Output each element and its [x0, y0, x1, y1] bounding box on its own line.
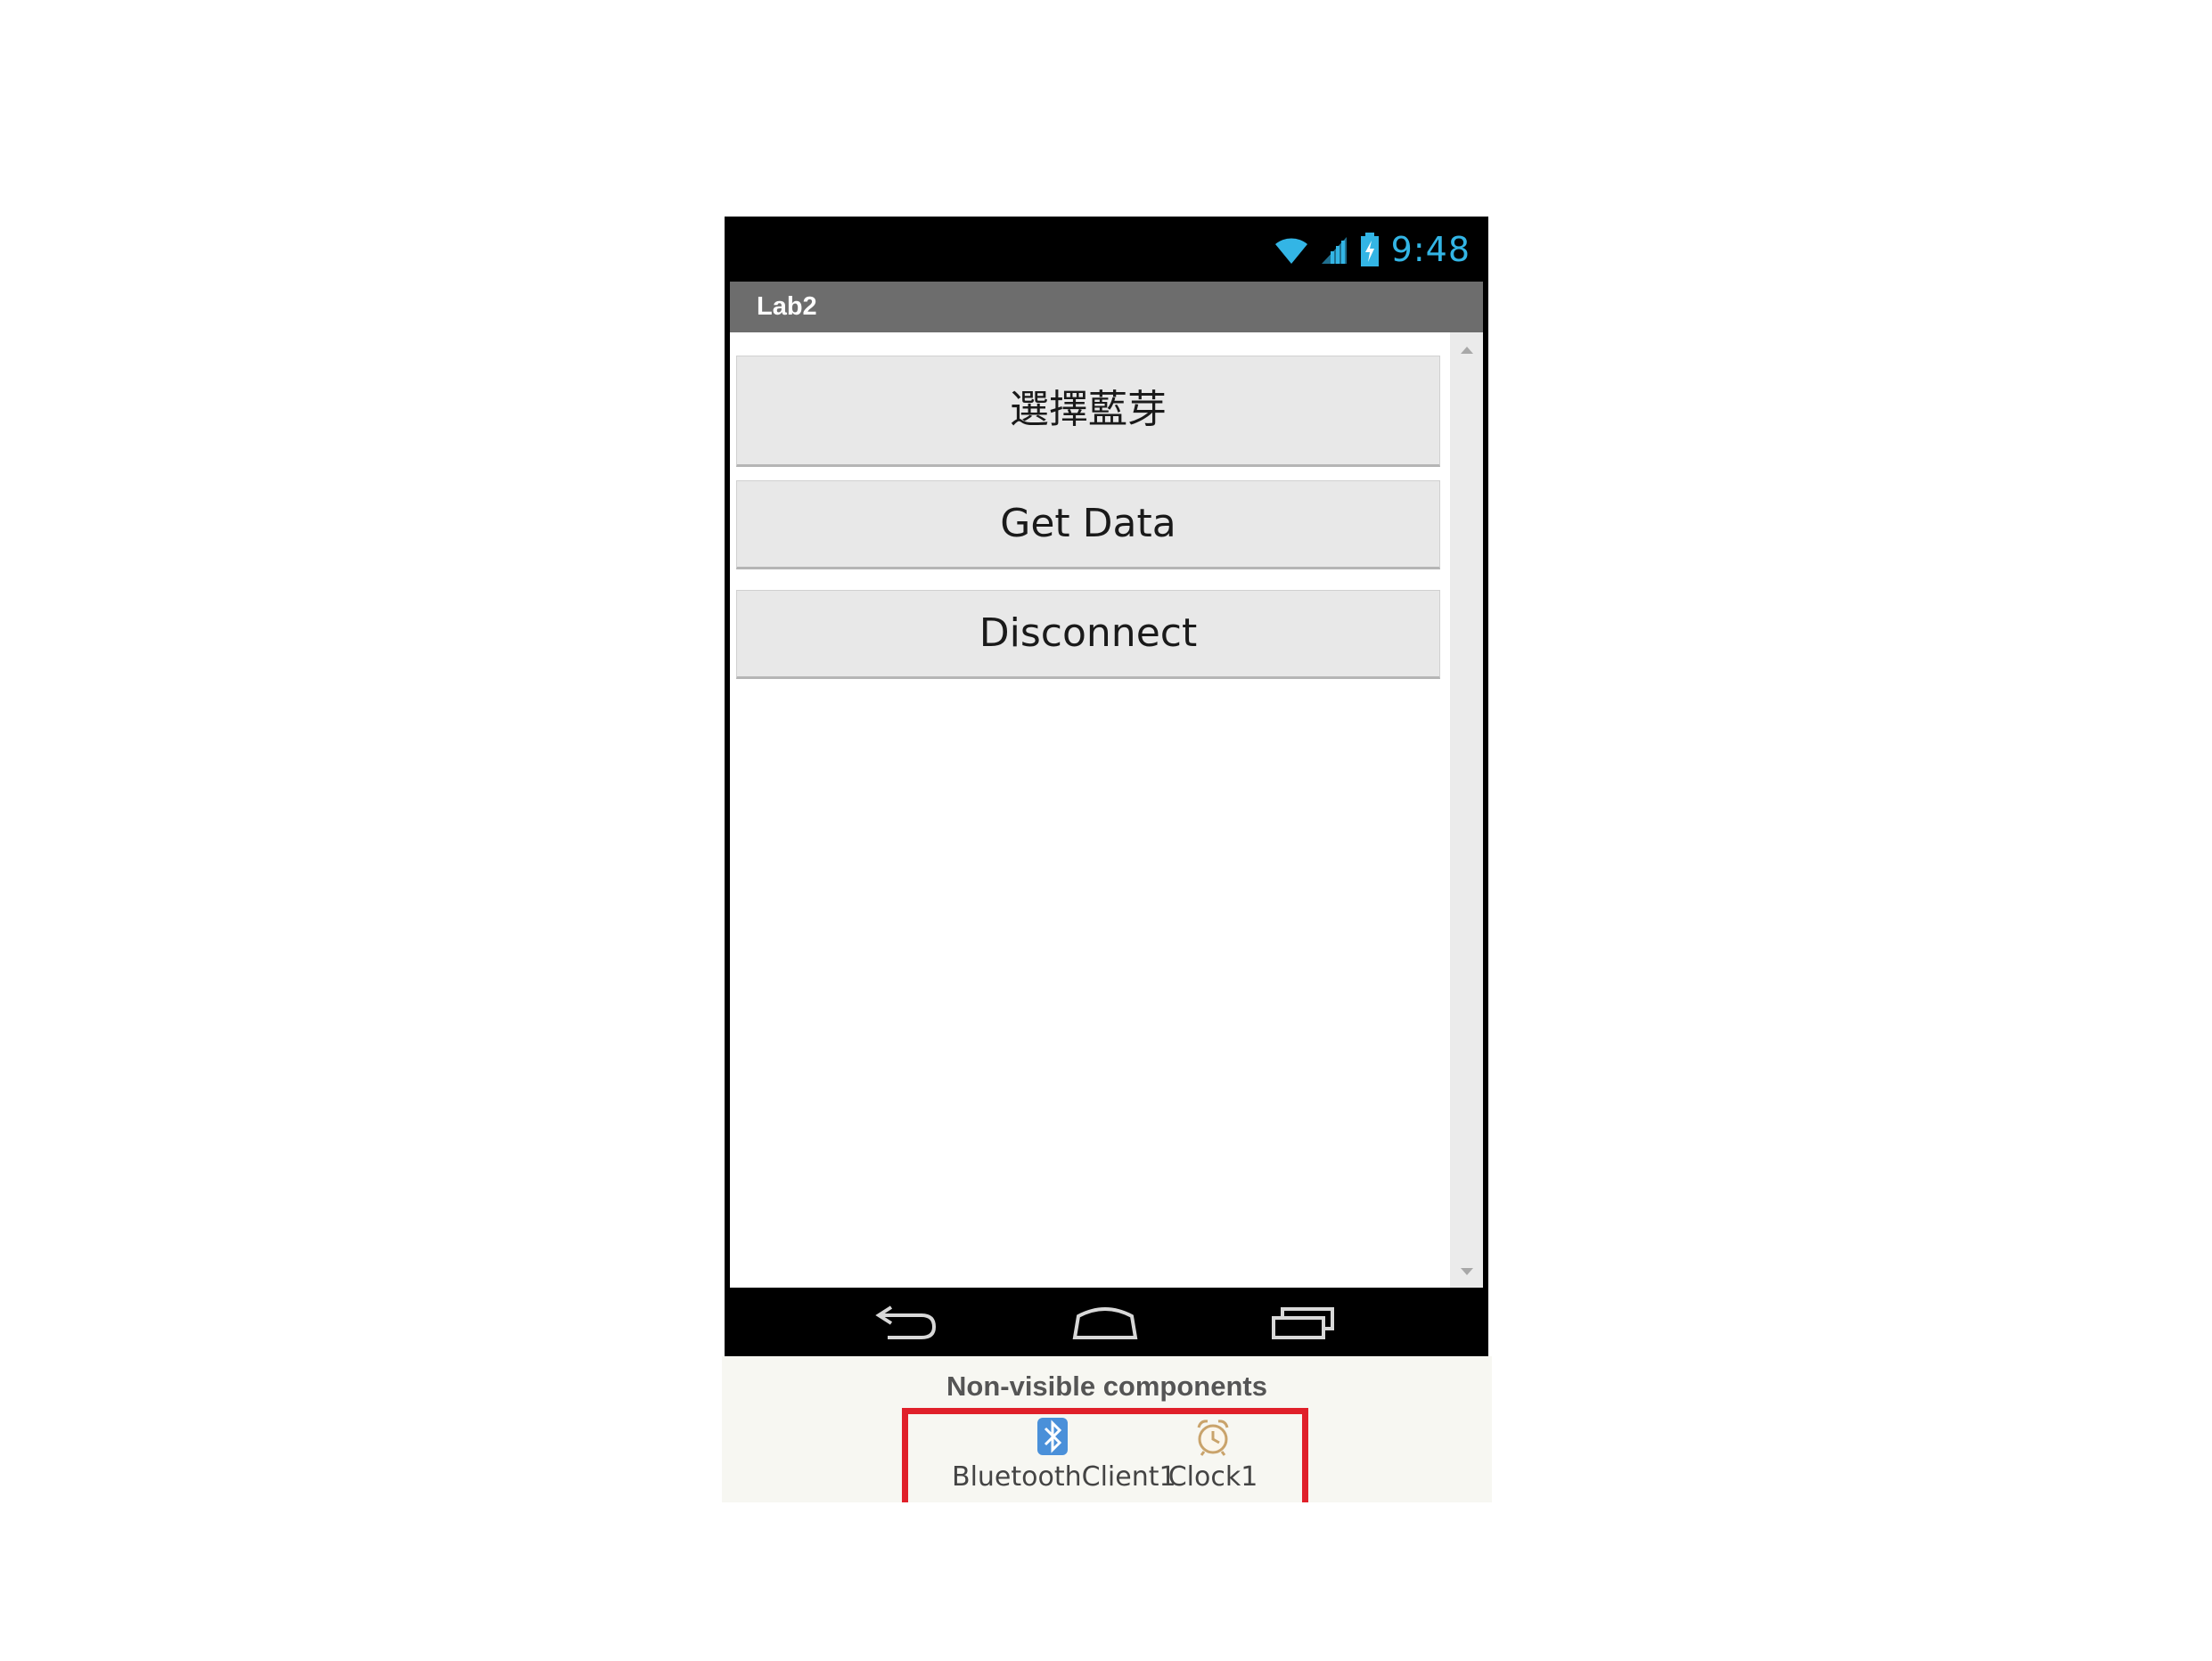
- stage: 9:48 Lab2 選擇藍芽 Get Data Disconnect Non-v…: [0, 0, 2212, 1661]
- vertical-scrollbar[interactable]: [1450, 332, 1483, 1288]
- navigation-bar: [725, 1288, 1488, 1356]
- status-bar: 9:48: [725, 217, 1488, 282]
- phone-preview: 9:48 Lab2 選擇藍芽 Get Data Disconnect: [725, 217, 1488, 1356]
- disconnect-button[interactable]: Disconnect: [736, 590, 1440, 679]
- status-time: 9:48: [1390, 230, 1471, 269]
- status-icons: 9:48: [1274, 229, 1471, 270]
- back-button[interactable]: [872, 1300, 943, 1345]
- component-label: Clock1: [1167, 1461, 1258, 1493]
- back-icon: [875, 1305, 937, 1339]
- home-icon: [1072, 1307, 1138, 1339]
- component-bluetoothclient1[interactable]: BluetoothClient1: [952, 1417, 1176, 1493]
- app-title: Lab2: [757, 292, 817, 321]
- app-title-bar: Lab2: [730, 282, 1483, 332]
- app-screen: 選擇藍芽 Get Data Disconnect: [730, 332, 1483, 1288]
- recent-apps-icon: [1272, 1307, 1334, 1339]
- alarm-clock-icon: [1197, 1420, 1229, 1456]
- bluetooth-icon: [1037, 1418, 1068, 1455]
- select-bluetooth-button[interactable]: 選擇藍芽: [736, 356, 1440, 467]
- component-label: BluetoothClient1: [952, 1461, 1176, 1493]
- wifi-icon: [1274, 238, 1307, 264]
- get-data-button[interactable]: Get Data: [736, 480, 1440, 569]
- battery-charging-icon: [1360, 233, 1379, 266]
- home-button[interactable]: [1069, 1300, 1141, 1345]
- component-clock1[interactable]: Clock1: [1164, 1417, 1262, 1493]
- scroll-up-arrow-icon[interactable]: [1461, 347, 1473, 354]
- signal-icon: [1321, 237, 1347, 264]
- recent-apps-button[interactable]: [1268, 1300, 1339, 1345]
- non-visible-components-title: Non-visible components: [946, 1371, 1267, 1402]
- scroll-down-arrow-icon[interactable]: [1461, 1268, 1473, 1275]
